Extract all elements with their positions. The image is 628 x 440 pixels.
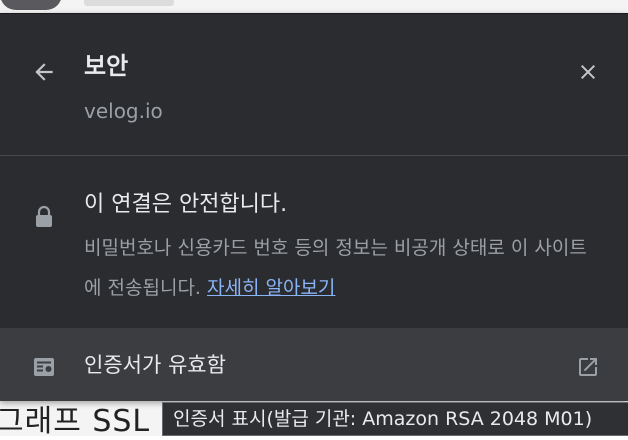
connection-status-title: 이 연결은 안전합니다. [84, 192, 288, 217]
close-icon [581, 65, 595, 79]
lock-icon [36, 205, 52, 227]
arrow-left-icon [35, 63, 53, 81]
close-button[interactable] [570, 54, 606, 90]
certificate-row[interactable]: 인증서가 유효함 [0, 328, 628, 401]
certificate-icon [34, 358, 54, 376]
learn-more-link[interactable]: 자세히 알아보기 [207, 277, 335, 299]
certificate-valid-label: 인증서가 유효함 [84, 353, 226, 377]
background-avatar [0, 0, 62, 10]
connection-description: 비밀번호나 신용카드 번호 등의 정보는 비공개 상태로 이 사이트에 전송됩니… [84, 228, 604, 308]
back-button[interactable] [26, 54, 62, 90]
background-page-text: 그래프 SSL [0, 404, 151, 439]
open-external-icon [579, 358, 597, 376]
connection-section: 이 연결은 안전합니다. 비밀번호나 신용카드 번호 등의 정보는 비공개 상태… [0, 156, 628, 328]
popup-header: 보안 velog.io [0, 13, 628, 156]
background-title-placeholder [84, 0, 174, 6]
certificate-tooltip: 인증서 표시(발급 기관: Amazon RSA 2048 M01) [162, 402, 628, 436]
site-security-popup: 보안 velog.io 이 연결은 안전합니다. 비밀번호나 신용카드 번호 등… [0, 13, 628, 401]
site-domain: velog.io [84, 99, 163, 123]
popup-title: 보안 [84, 52, 129, 80]
